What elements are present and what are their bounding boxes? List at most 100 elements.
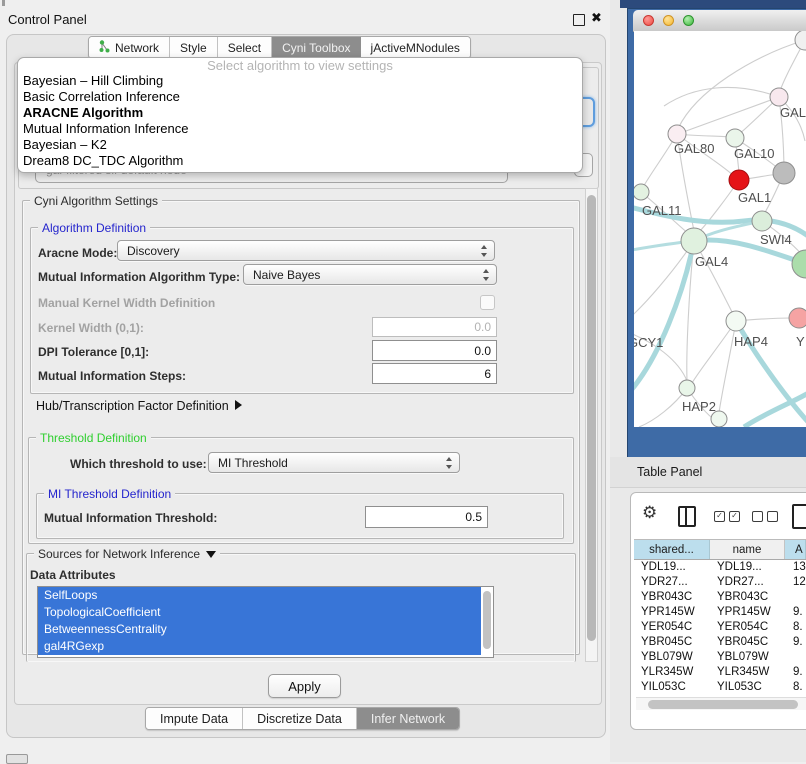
float-window-icon[interactable] bbox=[573, 14, 585, 26]
network-node[interactable] bbox=[773, 162, 795, 184]
manual-kernel-checkbox[interactable] bbox=[480, 295, 495, 310]
mi-threshold-title: MI Threshold Definition bbox=[44, 487, 175, 501]
which-threshold-combo[interactable]: MI Threshold bbox=[208, 452, 460, 473]
dpi-tolerance-label: DPI Tolerance [0,1]: bbox=[38, 345, 149, 359]
network-canvas[interactable]: GALGAL80GAL10GAL1GAL11SWI4GAL4GCY1HAP4YH… bbox=[634, 31, 806, 427]
aracne-mode-combo[interactable]: Discovery bbox=[117, 240, 495, 261]
table-rows[interactable]: YDL19...YDL19...13YDR27...YDR27...12YBR0… bbox=[634, 560, 806, 697]
gear-icon[interactable]: ⚙ bbox=[642, 503, 657, 523]
tab-jactivemnodules[interactable]: jActiveMNodules bbox=[361, 37, 470, 58]
algorithm-option[interactable]: ARACNE Algorithm bbox=[18, 105, 582, 121]
network-edge[interactable] bbox=[642, 134, 677, 189]
tab-discretize-data[interactable]: Discretize Data bbox=[243, 708, 357, 729]
deselect-all-checkboxes-icon[interactable] bbox=[752, 511, 778, 522]
mi-threshold-label: Mutual Information Threshold: bbox=[44, 511, 217, 525]
settings-scrollbar-thumb[interactable] bbox=[587, 195, 596, 641]
algorithm-option[interactable]: Mutual Information Inference bbox=[18, 121, 582, 137]
table-row[interactable]: YLR345WYLR345W9. bbox=[634, 665, 806, 680]
table-cell: YER054C bbox=[710, 620, 785, 635]
table-cell: YBL079W bbox=[710, 650, 785, 665]
dpi-tolerance-field[interactable]: 0.0 bbox=[372, 340, 497, 361]
table-hscrollbar-thumb[interactable] bbox=[648, 700, 798, 709]
table-row[interactable]: YBR045CYBR045C9. bbox=[634, 635, 806, 650]
algorithm-option[interactable]: Bayesian – Hill Climbing bbox=[18, 73, 582, 89]
table-hscrollbar[interactable] bbox=[636, 697, 806, 710]
column-layout-icon[interactable] bbox=[678, 506, 696, 527]
table-cell: YLR345W bbox=[634, 665, 710, 680]
cyni-settings-title: Cyni Algorithm Settings bbox=[30, 194, 162, 208]
network-edge[interactable] bbox=[686, 97, 779, 131]
network-node-label: GAL80 bbox=[674, 141, 714, 156]
network-node[interactable] bbox=[752, 211, 772, 231]
attribute-item[interactable]: gal4RGexp bbox=[38, 638, 481, 655]
network-edge[interactable] bbox=[634, 241, 694, 396]
network-node-label: GAL11 bbox=[642, 203, 682, 218]
algorithm-option[interactable]: Bayesian – K2 bbox=[18, 137, 582, 153]
mi-steps-field[interactable]: 6 bbox=[372, 363, 497, 384]
network-node[interactable] bbox=[789, 308, 806, 328]
tab-network-label: Network bbox=[115, 41, 159, 55]
table-cell: YPR145W bbox=[634, 605, 710, 620]
column-header-third[interactable]: A bbox=[785, 540, 806, 559]
network-node[interactable] bbox=[711, 411, 727, 427]
which-threshold-label: Which threshold to use: bbox=[70, 457, 207, 471]
table-row[interactable]: YBR043CYBR043C bbox=[634, 590, 806, 605]
export-table-icon[interactable] bbox=[792, 504, 806, 529]
table-cell: YIL053C bbox=[710, 680, 785, 695]
tab-impute-data[interactable]: Impute Data bbox=[146, 708, 243, 729]
network-node[interactable] bbox=[634, 184, 649, 200]
table-cell: YLR345W bbox=[710, 665, 785, 680]
network-edge[interactable] bbox=[692, 321, 736, 383]
network-node[interactable] bbox=[729, 170, 749, 190]
settings-scrollbar[interactable] bbox=[585, 188, 598, 662]
tab-cyni-toolbox[interactable]: Cyni Toolbox bbox=[272, 37, 360, 58]
mi-threshold-field[interactable]: 0.5 bbox=[365, 506, 488, 528]
algorithm-option[interactable]: Basic Correlation Inference bbox=[18, 89, 582, 105]
hub-definition-toggle[interactable]: Hub/Transcription Factor Definition bbox=[36, 399, 242, 413]
network-node[interactable] bbox=[726, 129, 744, 147]
network-edge[interactable] bbox=[639, 388, 687, 427]
network-window-titlebar[interactable] bbox=[633, 10, 806, 32]
network-node[interactable] bbox=[795, 31, 806, 50]
algorithm-definition-title: Algorithm Definition bbox=[38, 221, 150, 235]
tab-style[interactable]: Style bbox=[170, 37, 218, 58]
network-node-label: Y bbox=[796, 334, 805, 349]
column-header-name[interactable]: name bbox=[710, 540, 785, 559]
kernel-width-field[interactable]: 0.0 bbox=[372, 317, 497, 337]
network-node[interactable] bbox=[770, 88, 788, 106]
sources-title[interactable]: Sources for Network Inference bbox=[34, 547, 220, 561]
tab-infer-network[interactable]: Infer Network bbox=[357, 708, 459, 729]
table-cell: YBR043C bbox=[710, 590, 785, 605]
network-node[interactable] bbox=[726, 311, 746, 331]
select-all-checkboxes-icon[interactable]: ✓✓ bbox=[714, 511, 740, 522]
attribute-item[interactable]: SelfLoops bbox=[38, 587, 481, 604]
network-node[interactable] bbox=[792, 250, 806, 278]
bottom-corner-button[interactable] bbox=[6, 754, 28, 764]
table-row[interactable]: YDR27...YDR27...12 bbox=[634, 575, 806, 590]
table-cell: 9. bbox=[785, 665, 806, 680]
network-node[interactable] bbox=[681, 228, 707, 254]
table-row[interactable]: YDL19...YDL19...13 bbox=[634, 560, 806, 575]
table-row[interactable]: YER054CYER054C8. bbox=[634, 620, 806, 635]
tab-network[interactable]: Network bbox=[89, 37, 170, 58]
table-cell bbox=[785, 650, 806, 665]
minimize-traffic-light[interactable] bbox=[663, 15, 674, 26]
zoom-traffic-light[interactable] bbox=[683, 15, 694, 26]
attribute-item[interactable]: BetweennessCentrality bbox=[38, 621, 481, 638]
close-traffic-light[interactable] bbox=[643, 15, 654, 26]
close-icon[interactable]: ✖ bbox=[591, 10, 602, 26]
apply-button[interactable]: Apply bbox=[268, 674, 341, 698]
table-row[interactable]: YPR145WYPR145W9. bbox=[634, 605, 806, 620]
table-row[interactable]: YBL079WYBL079W bbox=[634, 650, 806, 665]
attribute-item[interactable]: TopologicalCoefficient bbox=[38, 604, 481, 621]
network-node[interactable] bbox=[679, 380, 695, 396]
algorithm-option[interactable]: Dream8 DC_TDC Algorithm bbox=[18, 153, 582, 169]
attributes-scrollbar[interactable] bbox=[482, 589, 492, 653]
column-header-shared[interactable]: shared... bbox=[634, 540, 710, 559]
table-panel-title: Table Panel bbox=[637, 465, 702, 479]
data-attributes-list[interactable]: SelfLoopsTopologicalCoefficientBetweenne… bbox=[37, 586, 494, 658]
mi-type-combo[interactable]: Naive Bayes bbox=[243, 264, 497, 285]
tab-select[interactable]: Select bbox=[218, 37, 272, 58]
table-cell: YBR045C bbox=[710, 635, 785, 650]
table-row[interactable]: YIL053CYIL053C8. bbox=[634, 680, 806, 695]
